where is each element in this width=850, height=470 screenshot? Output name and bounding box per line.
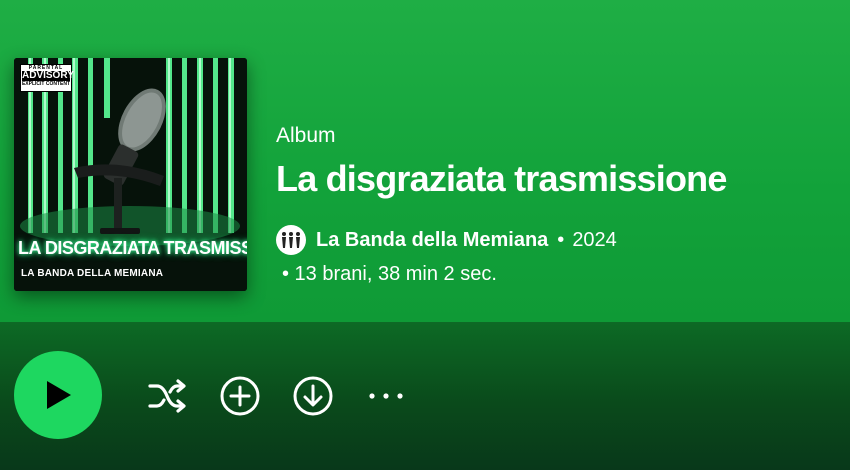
more-options-button[interactable] [364,374,408,418]
artist-row: La Banda della Memiana • 2024 [276,224,617,256]
album-type-label: Album [276,124,336,147]
advisory-bottom-text: EXPLICIT CONTENT [21,81,71,87]
add-to-library-button[interactable] [218,374,262,418]
band-silhouette-icon [282,232,300,248]
play-icon [47,381,71,409]
cover-title: LA DISGRAZIATA TRASMISSIONE [18,238,247,258]
shuffle-icon [148,379,186,413]
add-icon [220,376,260,416]
download-button[interactable] [291,374,335,418]
more-icon [369,393,403,399]
cover-artist: LA BANDA DELLA MEMIANA [21,268,164,279]
download-icon [293,376,333,416]
release-year: 2024 [572,228,617,251]
action-bar-background [0,322,850,470]
artist-avatar[interactable] [276,225,306,255]
separator-dot: • [557,228,565,251]
advisory-main-text: ADVISORY [22,70,74,81]
parental-advisory-label: PARENTAL ADVISORY EXPLICIT CONTENT [20,64,74,92]
shuffle-button[interactable] [146,374,190,418]
album-title: La disgraziata trasmissione [276,158,727,199]
album-page: PARENTAL ADVISORY EXPLICIT CONTENT LA DI… [0,0,850,470]
album-meta: • 13 brani, 38 min 2 sec. [282,263,497,285]
artist-name-link[interactable]: La Banda della Memiana [316,229,548,252]
album-cover: PARENTAL ADVISORY EXPLICIT CONTENT LA DI… [14,58,247,291]
play-button[interactable] [14,351,102,439]
